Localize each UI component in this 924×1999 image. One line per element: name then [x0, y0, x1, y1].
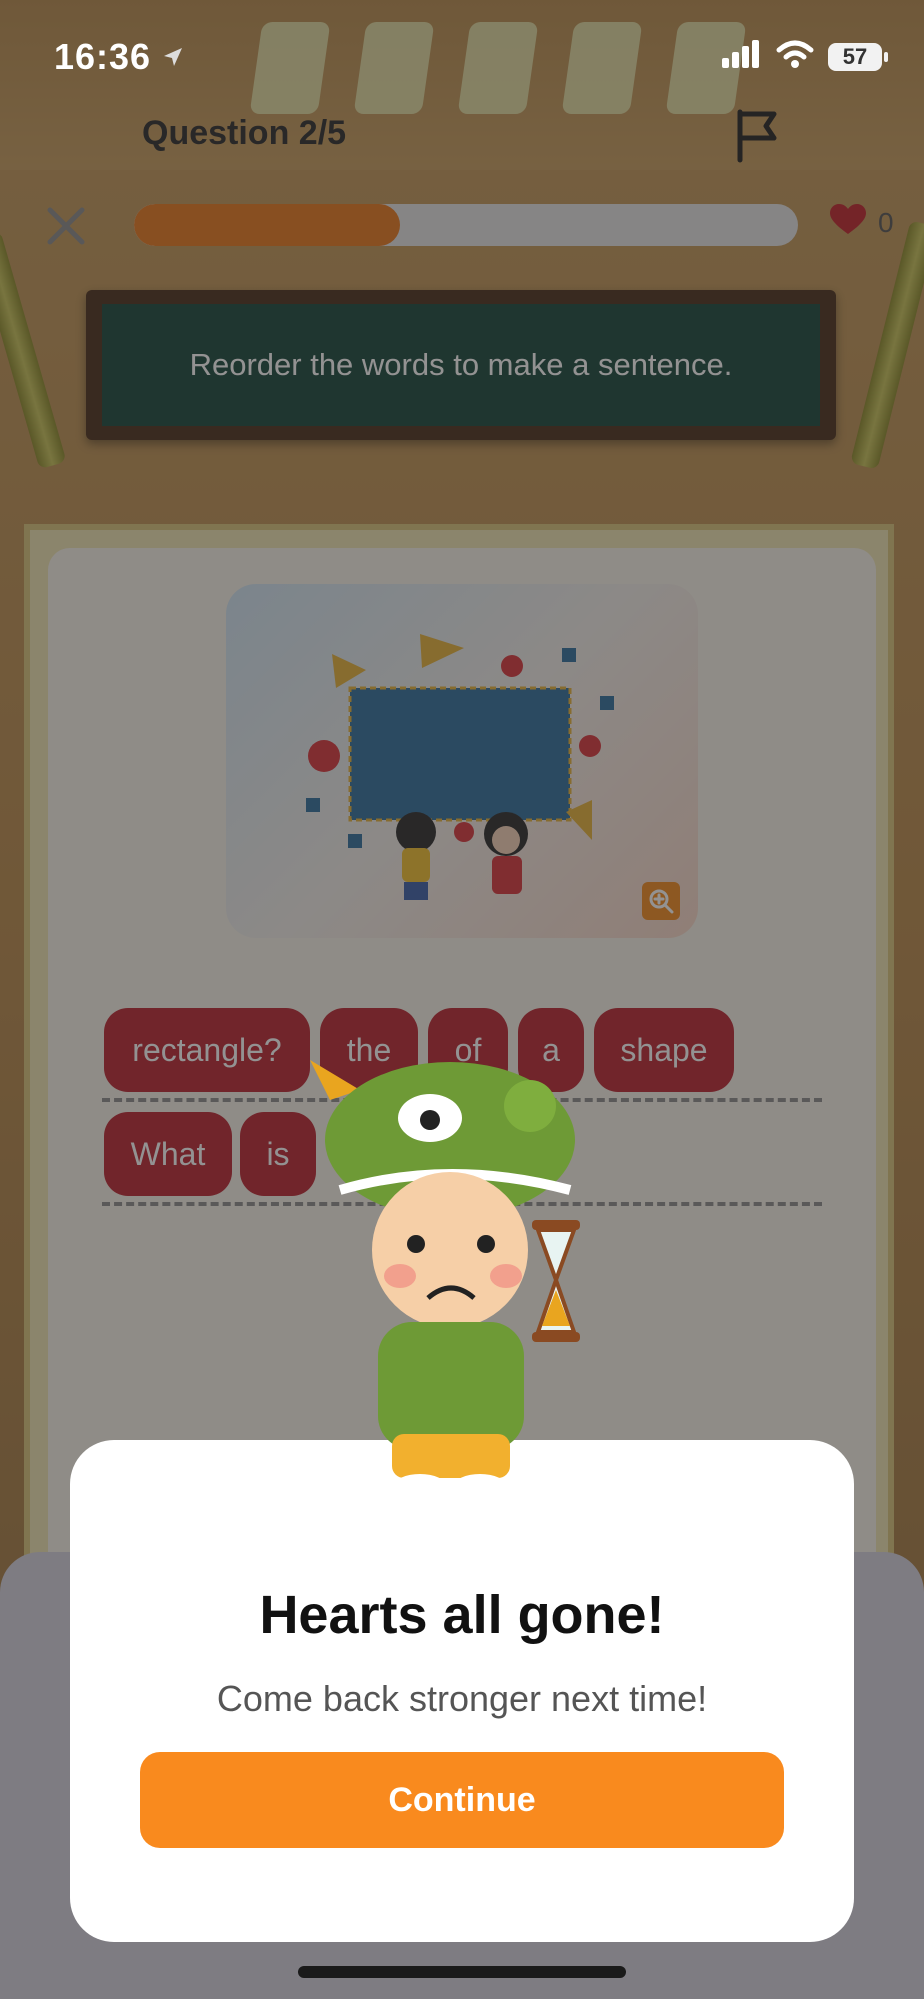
- wifi-icon: [776, 40, 814, 73]
- status-icons: 57: [722, 40, 888, 73]
- sad-mascot-illustration: [300, 1040, 640, 1505]
- battery-indicator: 57: [828, 42, 888, 71]
- home-indicator: [298, 1966, 626, 1978]
- location-arrow-icon: [162, 46, 184, 73]
- status-time: 16:36: [54, 36, 152, 77]
- continue-button[interactable]: Continue: [140, 1752, 784, 1848]
- signal-icon: [722, 40, 762, 73]
- dialog-title: Hearts all gone!: [259, 1585, 665, 1645]
- hearts-gone-dialog: Hearts all gone! Come back stronger next…: [70, 1440, 854, 1942]
- dialog-subtitle: Come back stronger next time!: [216, 1678, 708, 1719]
